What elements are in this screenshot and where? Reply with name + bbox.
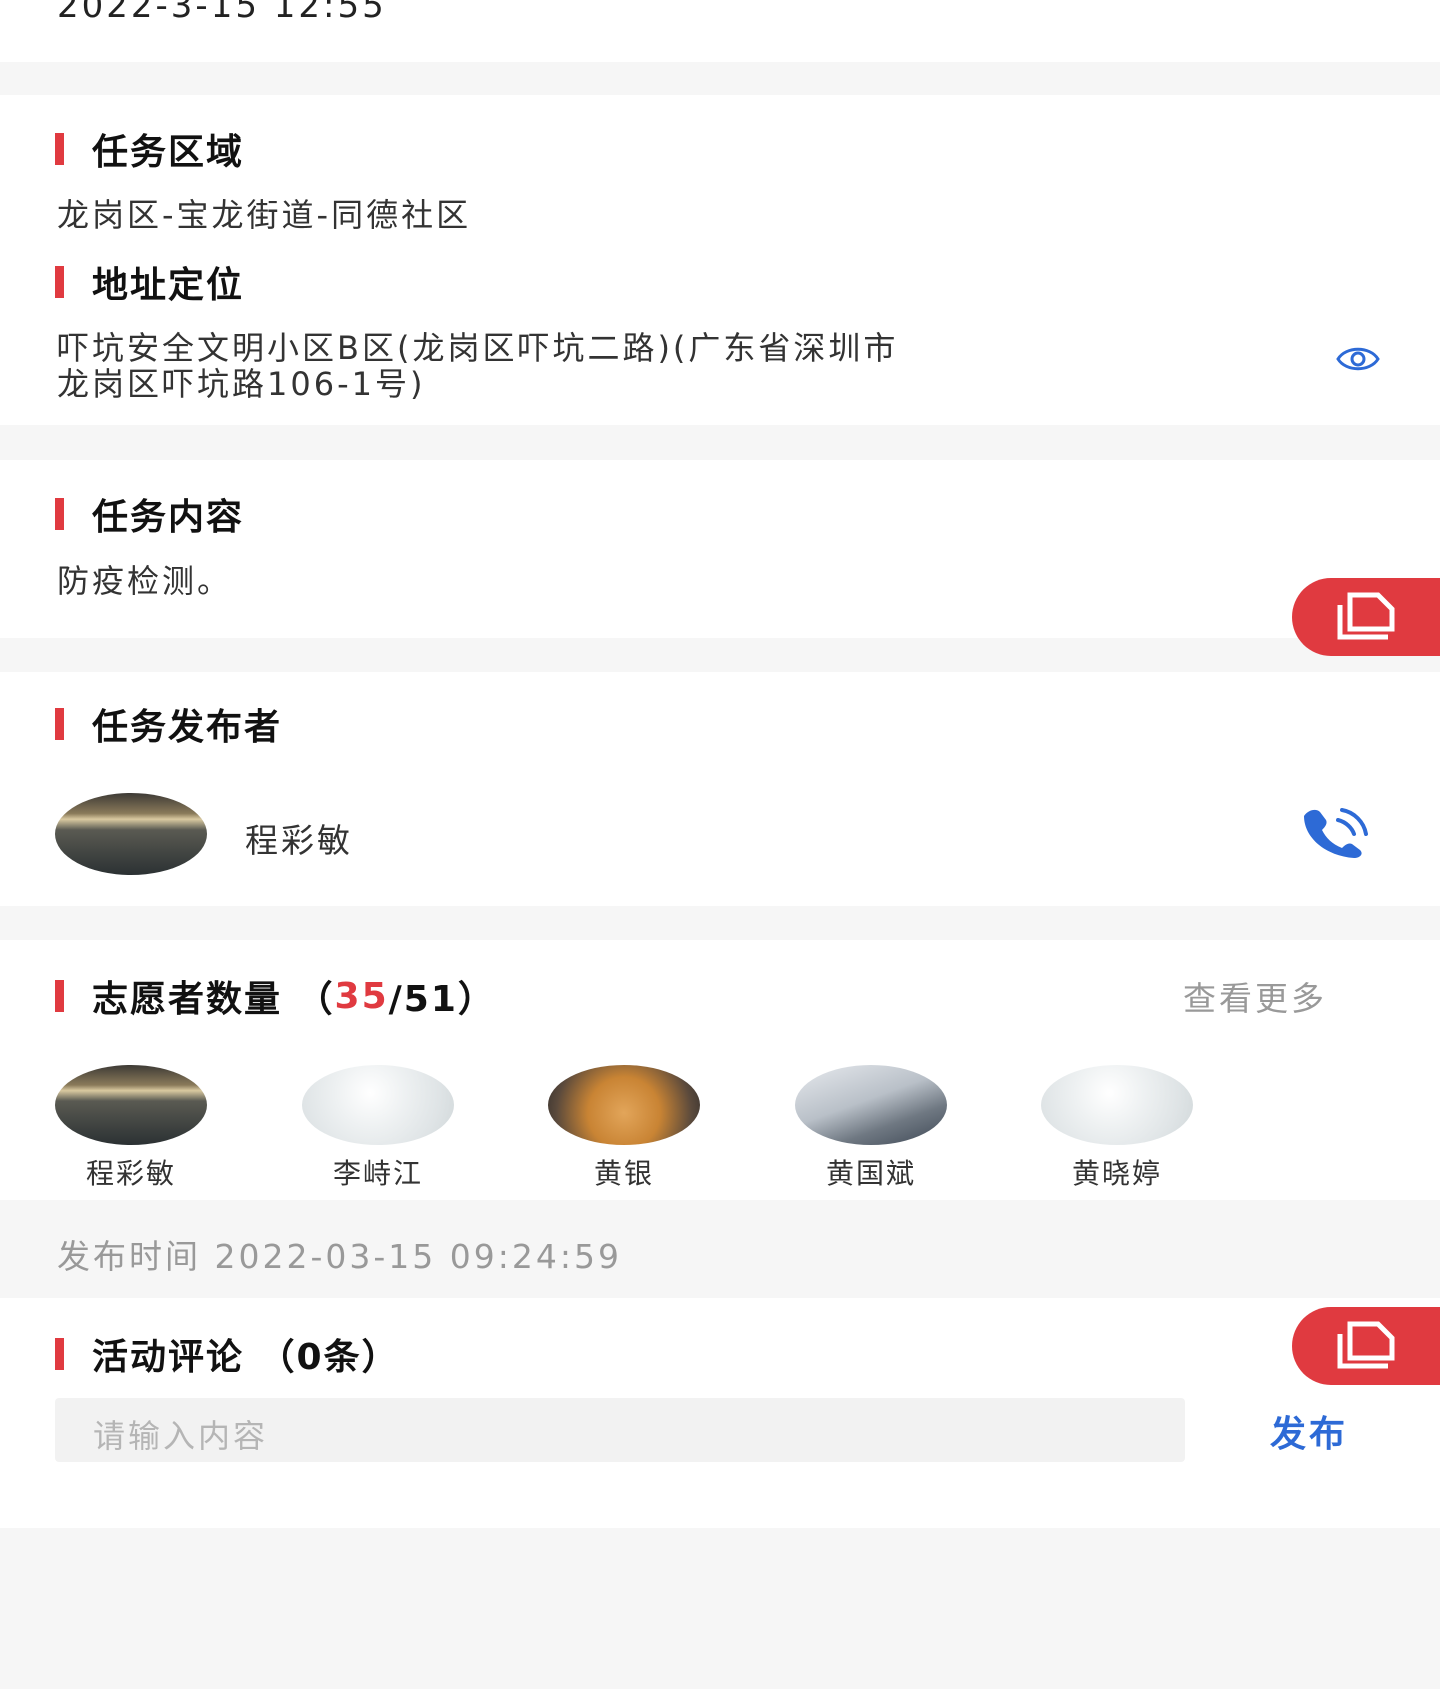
content-card: 任务内容 防疫检测。 bbox=[0, 460, 1440, 638]
area-value: 龙岗区-宝龙街道-同德社区 bbox=[57, 196, 472, 234]
comments-card: 活动评论 （0条） 请输入内容 发布 bbox=[0, 1298, 1440, 1528]
publisher-card: 任务发布者 程彩敏 bbox=[0, 672, 1440, 906]
area-title: 任务区域 bbox=[55, 123, 244, 175]
comments-title: 活动评论 （0条） bbox=[55, 1328, 400, 1380]
location-card: 任务区域 龙岗区-宝龙街道-同德社区 地址定位 吓坑安全文明小区B区(龙岗区吓坑… bbox=[0, 95, 1440, 425]
title-bar bbox=[55, 708, 64, 740]
view-more-link[interactable]: 查看更多 bbox=[1183, 972, 1327, 1020]
avatar[interactable] bbox=[55, 1065, 207, 1145]
comment-placeholder: 请输入内容 bbox=[93, 1417, 269, 1455]
phone-icon[interactable] bbox=[1298, 806, 1372, 862]
avatar[interactable] bbox=[1041, 1065, 1193, 1145]
publisher-name: 程彩敏 bbox=[245, 821, 353, 860]
title-bar bbox=[55, 266, 64, 298]
volunteer-current-count: 35 bbox=[334, 975, 389, 1017]
copy-icon bbox=[1337, 592, 1395, 640]
address-title: 地址定位 bbox=[55, 256, 244, 308]
content-value: 防疫检测。 bbox=[57, 562, 233, 600]
time-card: 2022-3-15 12:55 bbox=[0, 0, 1440, 62]
copy-button[interactable] bbox=[1292, 1307, 1440, 1385]
volunteer-name: 程彩敏 bbox=[85, 1157, 176, 1190]
title-bar bbox=[55, 498, 64, 530]
volunteers-card: 志愿者数量 （35/51） 查看更多 程彩敏 李峙江 黄银 黄国斌 黄晓婷 bbox=[0, 940, 1440, 1200]
location-eye-icon[interactable] bbox=[1336, 343, 1380, 379]
title-bar bbox=[55, 133, 64, 165]
submit-comment-button[interactable]: 发布 bbox=[1270, 1405, 1348, 1457]
publisher-title: 任务发布者 bbox=[55, 698, 282, 750]
address-line2: 龙岗区吓坑路106-1号) bbox=[57, 365, 426, 403]
volunteer-name: 李峙江 bbox=[332, 1157, 423, 1190]
volunteer-name: 黄银 bbox=[593, 1157, 654, 1190]
copy-icon bbox=[1337, 1321, 1395, 1369]
title-bar bbox=[55, 980, 64, 1012]
comment-input[interactable]: 请输入内容 bbox=[55, 1398, 1185, 1462]
content-title: 任务内容 bbox=[55, 488, 244, 540]
avatar[interactable] bbox=[302, 1065, 454, 1145]
publish-time: 发布时间 2022-03-15 09:24:59 bbox=[57, 1237, 622, 1276]
volunteer-name: 黄晓婷 bbox=[1071, 1157, 1162, 1190]
title-bar bbox=[55, 1338, 64, 1370]
avatar[interactable] bbox=[795, 1065, 947, 1145]
avatar[interactable] bbox=[548, 1065, 700, 1145]
avatar bbox=[55, 793, 207, 875]
top-time: 2022-3-15 12:55 bbox=[57, 0, 387, 26]
volunteer-name: 黄国斌 bbox=[825, 1157, 916, 1190]
copy-button[interactable] bbox=[1292, 578, 1440, 656]
volunteers-title: 志愿者数量 （35/51） bbox=[55, 970, 496, 1022]
